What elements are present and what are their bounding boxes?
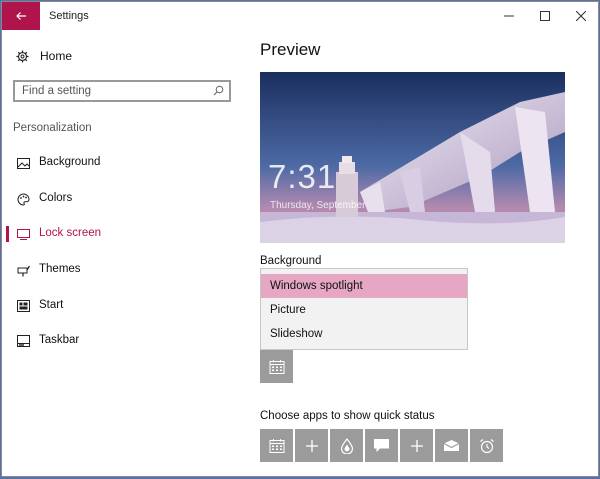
sidebar-item-label: Taskbar xyxy=(39,334,80,346)
preview-clock: 7:31 xyxy=(268,158,337,195)
picture-icon xyxy=(16,156,30,170)
home-label: Home xyxy=(40,49,73,63)
quick-status-tile-add[interactable] xyxy=(295,429,328,462)
start-icon xyxy=(16,299,30,313)
option-label: Slideshow xyxy=(270,328,323,340)
taskbar-icon xyxy=(16,334,30,348)
calendar-icon xyxy=(269,438,284,453)
search-input[interactable]: Find a setting xyxy=(13,80,231,102)
option-windows-spotlight[interactable]: Windows spotlight xyxy=(261,274,467,298)
title-bar: Settings xyxy=(2,2,598,32)
mail-icon xyxy=(443,440,460,451)
minimize-button[interactable] xyxy=(492,2,526,30)
plus-icon xyxy=(305,439,318,452)
close-icon xyxy=(576,11,586,21)
quick-status-tile-messaging[interactable] xyxy=(365,429,398,462)
home-link[interactable]: Home xyxy=(16,49,72,63)
alarm-icon xyxy=(479,438,494,453)
option-label: Picture xyxy=(270,304,306,316)
sidebar-item-label: Lock screen xyxy=(39,227,102,239)
drop-icon xyxy=(340,437,353,454)
main-content: Preview 7:31 Thursday, September Backgro… xyxy=(260,32,598,476)
search-icon xyxy=(213,85,224,96)
sidebar-item-colors[interactable]: Colors xyxy=(2,188,242,210)
gear-icon xyxy=(16,49,29,63)
quick-status-tile-alarms[interactable] xyxy=(470,429,503,462)
lock-screen-icon xyxy=(16,227,30,241)
quick-status-tiles xyxy=(260,429,505,462)
quick-status-label: Choose apps to show quick status xyxy=(260,410,435,422)
sidebar-item-label: Start xyxy=(39,299,64,311)
option-label: Windows spotlight xyxy=(270,280,363,292)
preview-date: Thursday, September xyxy=(270,200,366,211)
settings-window: Settings Home Find a setting Personaliza… xyxy=(1,1,599,477)
sidebar-item-themes[interactable]: Themes xyxy=(2,259,242,281)
search-placeholder: Find a setting xyxy=(22,85,92,97)
calendar-icon xyxy=(269,359,284,374)
quick-status-tile-add[interactable] xyxy=(400,429,433,462)
quick-status-tile-mail[interactable] xyxy=(435,429,468,462)
section-title: Personalization xyxy=(13,122,92,134)
close-button[interactable] xyxy=(564,2,598,30)
sidebar-item-taskbar[interactable]: Taskbar xyxy=(2,330,242,352)
background-dropdown[interactable]: Windows spotlight Picture Slideshow xyxy=(260,268,468,350)
lock-screen-preview: 7:31 Thursday, September xyxy=(260,72,565,243)
sidebar: Home Find a setting Personalization Back… xyxy=(2,32,242,476)
option-slideshow[interactable]: Slideshow xyxy=(261,322,467,346)
brush-icon xyxy=(16,263,30,277)
minimize-icon xyxy=(504,15,514,17)
option-picture[interactable]: Picture xyxy=(261,298,467,322)
detailed-status-app-button[interactable] xyxy=(260,350,293,383)
sidebar-item-label: Background xyxy=(39,156,101,168)
sidebar-item-label: Themes xyxy=(39,263,81,275)
maximize-icon xyxy=(540,11,550,21)
back-arrow-icon xyxy=(16,12,26,20)
plus-icon xyxy=(410,439,423,452)
sidebar-item-background[interactable]: Background xyxy=(2,152,242,174)
page-title: Preview xyxy=(260,40,321,59)
background-label: Background xyxy=(260,255,322,267)
quick-status-tile-calendar[interactable] xyxy=(260,429,293,462)
back-button[interactable] xyxy=(2,2,40,30)
window-title: Settings xyxy=(49,10,89,22)
sidebar-item-label: Colors xyxy=(39,192,73,204)
quick-status-tile-drop[interactable] xyxy=(330,429,363,462)
sidebar-item-lock-screen[interactable]: Lock screen xyxy=(2,223,242,245)
chat-icon xyxy=(374,439,389,452)
palette-icon xyxy=(16,192,30,206)
sidebar-item-start[interactable]: Start xyxy=(2,295,242,317)
maximize-button[interactable] xyxy=(528,2,562,30)
